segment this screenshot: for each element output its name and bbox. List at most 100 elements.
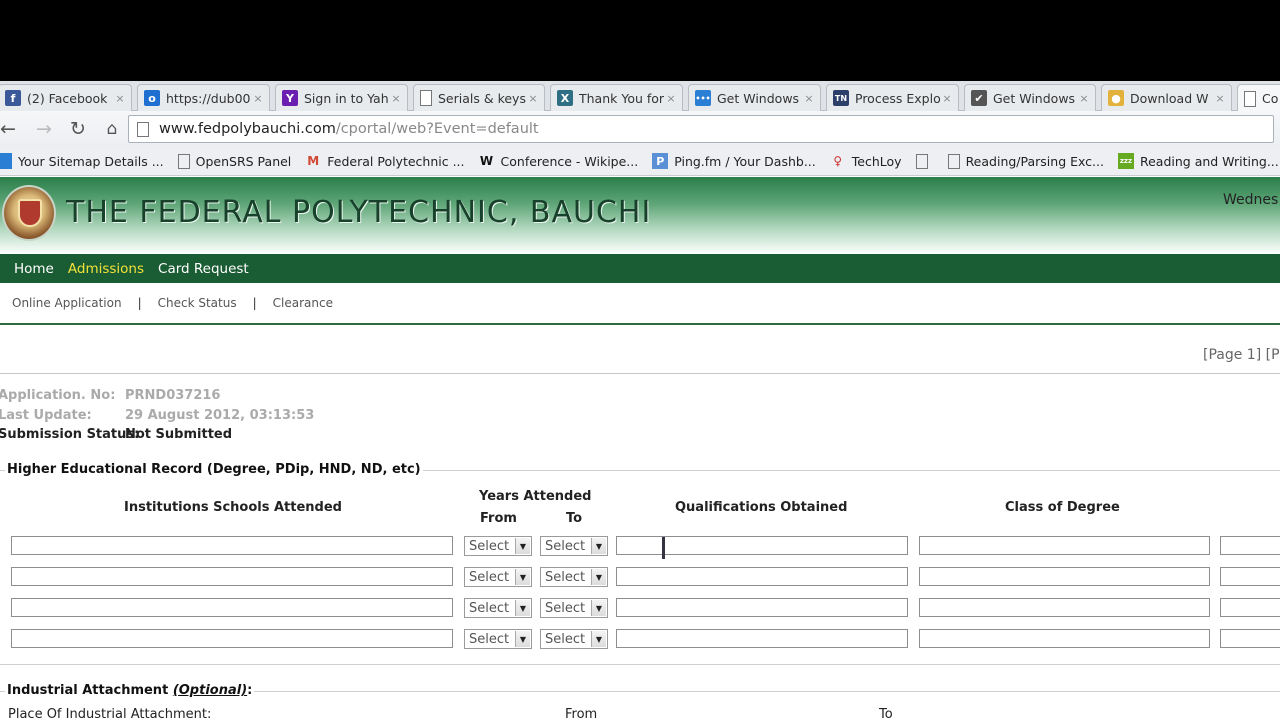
bookmark-item[interactable]: Reading/Parsing Exc... xyxy=(947,153,1104,169)
nav-card-request[interactable]: Card Request xyxy=(158,261,249,277)
qualification-input[interactable] xyxy=(616,536,908,555)
browser-toolbar: ← → ↻ ⌂ www.fedpolybauchi.com/cportal/we… xyxy=(0,111,1280,147)
home-button[interactable]: ⌂ xyxy=(98,115,126,143)
close-tab-icon[interactable]: × xyxy=(664,92,678,105)
chevron-down-icon: ▼ xyxy=(515,538,530,554)
close-tab-icon[interactable]: × xyxy=(526,92,540,105)
main-nav: Home Admissions Card Request xyxy=(0,254,1280,283)
back-button[interactable]: ← xyxy=(0,115,22,143)
industrial-legend-prefix: Industrial Attachment xyxy=(7,683,173,698)
separator: | xyxy=(252,296,257,310)
browser-tab[interactable]: TN Process Explo × xyxy=(826,84,959,111)
institution-input[interactable] xyxy=(11,536,453,555)
class-of-degree-input[interactable] xyxy=(919,567,1210,586)
tab-label: Co xyxy=(1262,91,1279,106)
address-bar[interactable]: www.fedpolybauchi.com/cportal/web?Event=… xyxy=(128,115,1274,143)
years-to-select[interactable]: Select ▼ xyxy=(540,567,608,587)
browser-tab[interactable]: Y Sign in to Yah × xyxy=(275,84,408,111)
bookmark-item[interactable]: zzz Reading and Writing... xyxy=(1117,153,1279,169)
qualification-input[interactable] xyxy=(616,567,908,586)
subnav-check-status[interactable]: Check Status xyxy=(158,296,237,310)
industrial-optional-label: (Optional) xyxy=(172,683,248,698)
extra-column-input[interactable] xyxy=(1220,629,1280,648)
class-of-degree-input[interactable] xyxy=(919,629,1210,648)
tab-label: Thank You for xyxy=(579,90,664,106)
bookmark-label: OpenSRS Panel xyxy=(195,153,292,169)
class-of-degree-input[interactable] xyxy=(919,536,1210,555)
years-to-select[interactable]: Select ▼ xyxy=(540,536,608,556)
bookmark-item[interactable]: Your Sitemap Details ... xyxy=(0,153,164,169)
qualification-input[interactable] xyxy=(616,629,908,648)
browser-window: f (2) Facebook × o https://dub00 × Y Sign in to… xyxy=(0,81,1280,720)
browser-tab[interactable]: X Thank You for × xyxy=(550,84,683,111)
class-of-degree-input[interactable] xyxy=(919,598,1210,617)
years-from-select[interactable]: Select ▼ xyxy=(464,629,532,649)
years-from-select[interactable]: Select ▼ xyxy=(464,598,532,618)
page-indicator[interactable]: [Page 1] [P xyxy=(1203,347,1280,363)
col-qualifications: Qualifications Obtained xyxy=(675,500,848,515)
last-update-value: 29 August 2012, 03:13:53 xyxy=(125,408,315,423)
extra-column-input[interactable] xyxy=(1220,567,1280,586)
close-tab-icon[interactable]: × xyxy=(113,92,127,105)
close-tab-icon[interactable]: × xyxy=(389,92,403,105)
browser-tab[interactable]: Co xyxy=(1237,84,1280,112)
text-cursor xyxy=(662,537,665,559)
nav-admissions[interactable]: Admissions xyxy=(68,261,144,277)
bookmark-label: Your Sitemap Details ... xyxy=(18,153,164,169)
chevron-down-icon: ▼ xyxy=(515,631,530,647)
col-years-attended: Years Attended xyxy=(479,489,592,504)
close-tab-icon[interactable]: × xyxy=(1213,92,1227,105)
bookmark-item[interactable]: OpenSRS Panel xyxy=(177,153,292,169)
browser-tab[interactable]: f (2) Facebook × xyxy=(0,84,132,111)
tab-label: (2) Facebook xyxy=(27,90,108,106)
sub-nav: Online Application | Check Status | Clea… xyxy=(0,283,1280,325)
select-value: Select xyxy=(469,538,510,554)
chevron-down-icon: ▼ xyxy=(515,569,530,585)
reload-button[interactable]: ↻ xyxy=(64,115,92,143)
forward-button[interactable]: → xyxy=(30,115,58,143)
extra-column-input[interactable] xyxy=(1220,536,1280,555)
browser-tab[interactable]: ● Download W × xyxy=(1101,84,1232,111)
close-tab-icon[interactable]: × xyxy=(802,92,816,105)
pingfm-icon: P xyxy=(652,153,669,169)
nav-home[interactable]: Home xyxy=(14,261,54,277)
bookmark-item[interactable]: ♀ TechLoy xyxy=(830,153,902,169)
industrial-from-label: From xyxy=(565,707,598,720)
close-tab-icon[interactable]: × xyxy=(251,92,265,105)
extra-column-input[interactable] xyxy=(1220,598,1280,617)
years-to-select[interactable]: Select ▼ xyxy=(540,598,608,618)
page-icon xyxy=(137,121,149,137)
page-icon xyxy=(947,153,960,169)
close-tab-icon[interactable]: × xyxy=(1077,92,1091,105)
select-value: Select xyxy=(545,600,586,616)
browser-tab[interactable]: Serials & keys × xyxy=(413,84,545,111)
windows-flag-icon: ✔ xyxy=(971,90,987,106)
years-from-select[interactable]: Select ▼ xyxy=(464,567,532,587)
col-class-of-degree: Class of Degree xyxy=(1005,500,1120,515)
bookmark-item[interactable]: P Ping.fm / Your Dashb... xyxy=(652,153,816,169)
browser-tab[interactable]: ✔ Get Windows × xyxy=(964,84,1096,111)
institution-input[interactable] xyxy=(11,629,453,648)
browser-tab[interactable]: ••• Get Windows × xyxy=(688,84,821,111)
section-divider xyxy=(0,664,1280,665)
years-to-select[interactable]: Select ▼ xyxy=(540,629,608,649)
bookmark-item[interactable] xyxy=(915,153,934,169)
qualification-input[interactable] xyxy=(616,598,908,617)
subnav-clearance[interactable]: Clearance xyxy=(273,296,333,310)
bookmark-item[interactable]: M Federal Polytechnic ... xyxy=(305,153,464,169)
site-title: THE FEDERAL POLYTECHNIC, BAUCHI xyxy=(66,195,652,230)
industrial-to-label: To xyxy=(879,707,893,720)
tab-label: Download W xyxy=(1130,90,1209,106)
bookmark-label: TechLoy xyxy=(851,153,902,169)
subnav-online-application[interactable]: Online Application xyxy=(12,296,122,310)
tab-strip: f (2) Facebook × o https://dub00 × Y Sign in to… xyxy=(0,81,1280,112)
browser-tab[interactable]: o https://dub00 × xyxy=(137,84,270,111)
years-from-select[interactable]: Select ▼ xyxy=(464,536,532,556)
institution-input[interactable] xyxy=(11,598,453,617)
institution-input[interactable] xyxy=(11,567,453,586)
close-tab-icon[interactable]: × xyxy=(940,92,954,105)
chevron-down-icon: ▼ xyxy=(591,631,606,647)
tab-label: Process Explo xyxy=(855,90,940,106)
bookmark-item[interactable]: W Conference - Wikipe... xyxy=(479,153,638,169)
select-value: Select xyxy=(469,631,510,647)
